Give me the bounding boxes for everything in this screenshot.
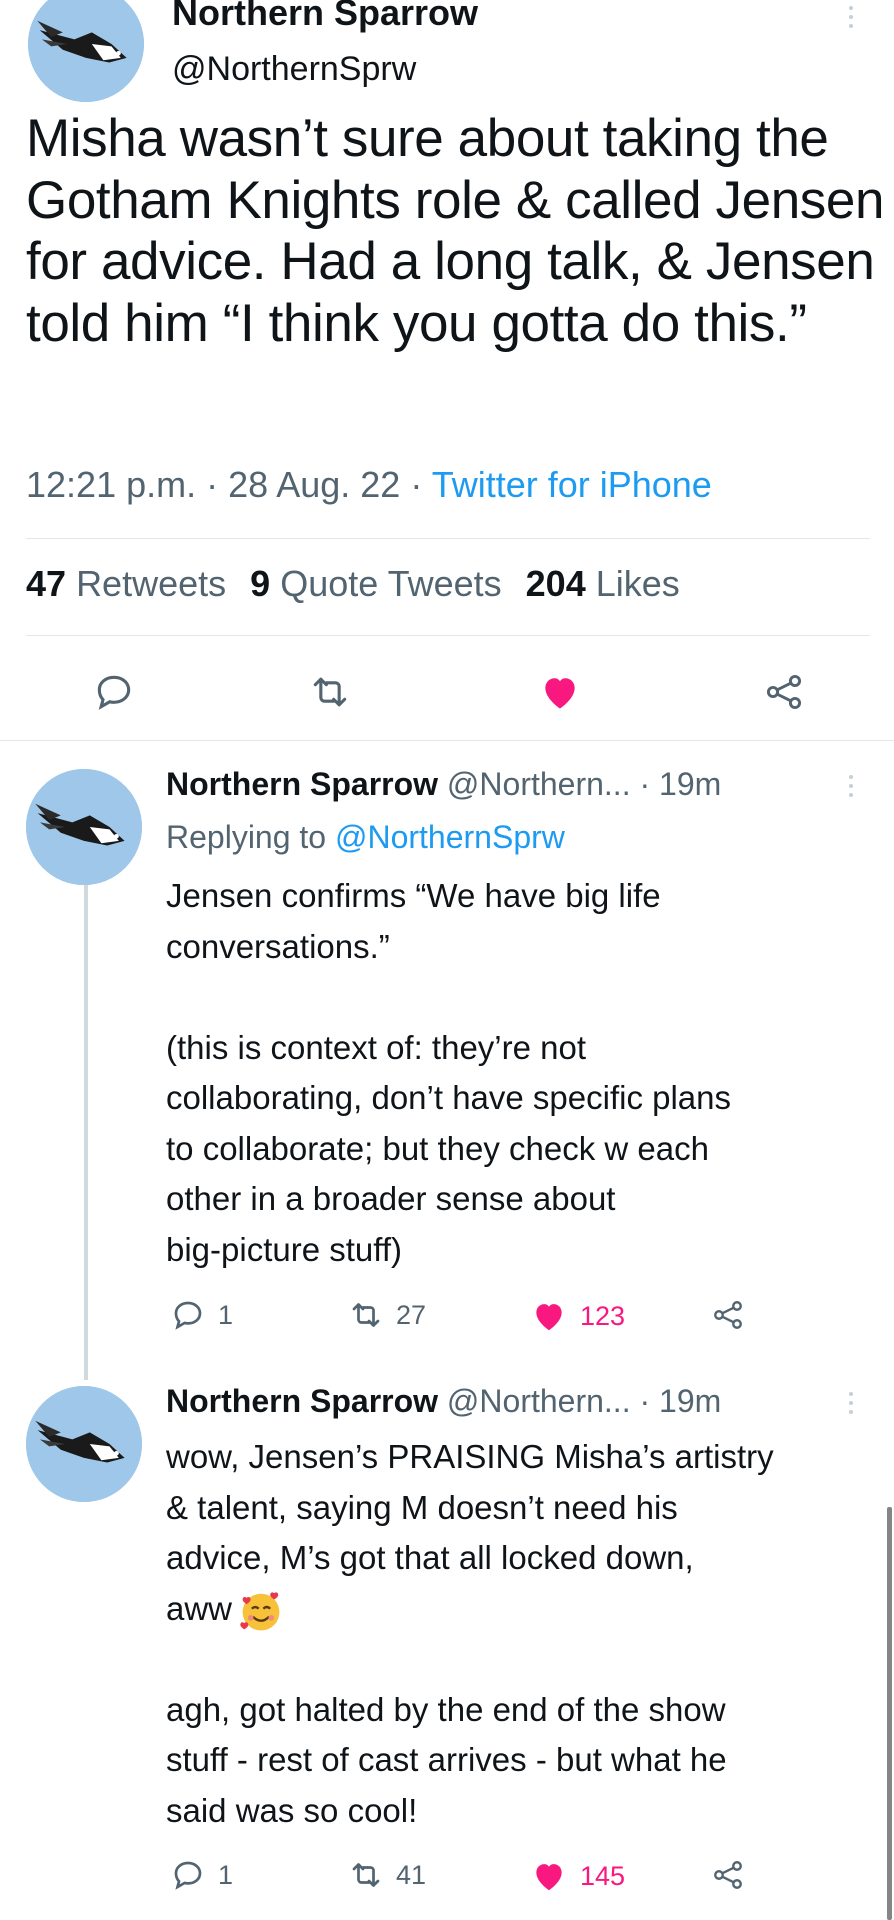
tweet-source-link[interactable]: Twitter for iPhone <box>432 464 712 505</box>
reply-header: Northern Sparrow @Northern... · 19m <box>166 1383 721 1420</box>
like-button[interactable]: 123 <box>530 1297 625 1335</box>
reply-avatar[interactable] <box>26 1386 142 1502</box>
reply-author-handle[interactable]: @Northern... <box>447 766 631 802</box>
tweet-time[interactable]: 12:21 p.m. <box>26 464 196 505</box>
reply-button[interactable]: 1 <box>170 1857 233 1893</box>
tweet-stats: 47 Retweets 9 Quote Tweets 204 Likes <box>26 563 680 605</box>
bird-avatar-icon <box>26 1386 142 1502</box>
share-icon <box>714 1861 742 1889</box>
reply-icon <box>174 1301 202 1330</box>
bird-avatar-icon <box>26 769 142 885</box>
retweet-count: 41 <box>396 1859 427 1890</box>
separator: · <box>206 464 219 505</box>
tweet-text: Misha wasn’t sure about taking the Gotha… <box>26 109 885 353</box>
reply-time[interactable]: 19m <box>659 1383 721 1419</box>
scrollbar[interactable] <box>887 1507 892 1920</box>
reply-author-handle[interactable]: @Northern... <box>447 1383 631 1419</box>
reply-text: Jensen confirms “We have big life conver… <box>166 877 732 1268</box>
author-handle[interactable]: @NorthernSprw <box>172 50 416 89</box>
like-icon <box>536 1864 562 1891</box>
retweet-icon <box>352 1303 380 1327</box>
separator: · <box>639 766 651 802</box>
separator: · <box>639 1383 651 1419</box>
like-icon[interactable] <box>536 668 584 716</box>
reply-button[interactable]: 1 <box>170 1297 233 1333</box>
reply-author-name[interactable]: Northern Sparrow <box>166 1383 438 1419</box>
share-icon <box>714 1301 742 1329</box>
retweet-icon <box>352 1863 380 1887</box>
likes-stat[interactable]: 204 Likes <box>526 563 680 604</box>
reply-icon <box>174 1861 202 1890</box>
like-button[interactable]: 145 <box>530 1857 625 1895</box>
more-options-icon[interactable] <box>847 1392 855 1414</box>
like-icon <box>536 1304 562 1331</box>
bird-avatar-icon <box>28 0 144 102</box>
author-name[interactable]: Northern Sparrow <box>172 0 478 34</box>
replying-to-handle[interactable]: @NorthernSprw <box>335 819 565 855</box>
reply-icon[interactable] <box>90 668 138 716</box>
more-options-icon[interactable] <box>847 6 855 28</box>
divider <box>0 740 894 741</box>
smiling-face-with-hearts-emoji <box>238 1588 284 1634</box>
divider <box>26 635 870 636</box>
share-button[interactable] <box>710 1297 746 1333</box>
reply-count: 1 <box>218 1859 234 1890</box>
quote-tweets-stat[interactable]: 9 Quote Tweets <box>250 563 502 604</box>
replying-to: Replying to @NorthernSprw <box>166 819 565 855</box>
retweet-icon[interactable] <box>306 668 354 716</box>
reply-author-name[interactable]: Northern Sparrow <box>166 766 438 802</box>
reply-header: Northern Sparrow @Northern... · 19m <box>166 766 721 803</box>
retweet-count: 27 <box>396 1299 427 1330</box>
like-count: 123 <box>580 1300 626 1331</box>
author-avatar[interactable] <box>28 0 144 102</box>
share-icon[interactable] <box>760 668 808 716</box>
retweet-button[interactable]: 27 <box>348 1297 426 1333</box>
more-options-icon[interactable] <box>847 775 855 797</box>
like-count: 145 <box>580 1860 626 1891</box>
retweet-button[interactable]: 41 <box>348 1857 426 1893</box>
reply-text: wow, Jensen’s PRAISING Misha’s artistry … <box>166 1438 774 1829</box>
share-button[interactable] <box>710 1857 746 1893</box>
divider <box>26 538 870 539</box>
tweet-date[interactable]: 28 Aug. 22 <box>228 464 400 505</box>
separator: · <box>410 464 423 505</box>
reply-count: 1 <box>218 1299 234 1330</box>
retweets-stat[interactable]: 47 Retweets <box>26 563 226 604</box>
reply-avatar[interactable] <box>26 769 142 885</box>
reply-time[interactable]: 19m <box>659 766 721 802</box>
thread-connector-line <box>84 885 88 1380</box>
tweet-meta: 12:21 p.m. · 28 Aug. 22 · Twitter for iP… <box>26 464 712 506</box>
